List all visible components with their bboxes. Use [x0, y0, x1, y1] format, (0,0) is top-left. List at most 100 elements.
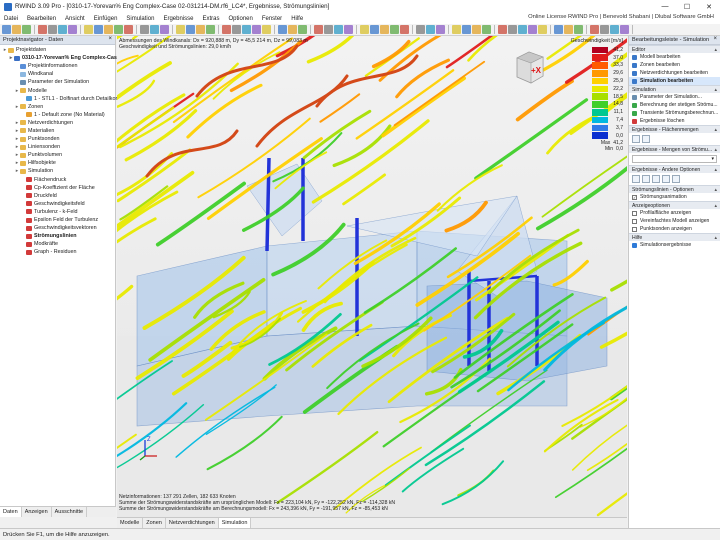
toolbar-button-icon[interactable]	[370, 25, 379, 34]
toolbar-button-icon[interactable]	[344, 25, 353, 34]
panel-action[interactable]: Transiente Strömungsberechnun...	[629, 109, 720, 117]
tree-item[interactable]: 1 - STL1 - Dolfinart durch Detailkorr	[0, 95, 119, 103]
toolbar-button-icon[interactable]	[590, 25, 599, 34]
collapse-icon[interactable]: ▴	[714, 187, 717, 193]
tree-item[interactable]: ▸ Netzverdichtungen	[0, 119, 115, 127]
toolbar-button-icon[interactable]	[104, 25, 113, 34]
toolbar-button-icon[interactable]	[150, 25, 159, 34]
tree-item[interactable]: ▸ Projektdaten	[0, 46, 115, 54]
menu-simulation[interactable]: Simulation	[126, 16, 154, 22]
toolbar-button-icon[interactable]	[380, 25, 389, 34]
tree-item[interactable]: Projektinformationen	[0, 62, 115, 70]
tree-item[interactable]: Geschwindigkeitsvektoren	[0, 224, 115, 232]
close-icon[interactable]: ×	[713, 36, 717, 42]
toolbar-button-icon[interactable]	[610, 25, 619, 34]
checkbox[interactable]: ✓	[632, 194, 637, 200]
toolbar-button-icon[interactable]	[222, 25, 231, 34]
toolbar-button-icon[interactable]	[278, 25, 287, 34]
toolbar-button-icon[interactable]	[38, 25, 47, 34]
toolbar-button-icon[interactable]	[84, 25, 93, 34]
menu-optionen[interactable]: Optionen	[228, 16, 252, 22]
toolbar-button-icon[interactable]	[176, 25, 185, 34]
toolbar-button-icon[interactable]	[416, 25, 425, 34]
collapse-icon[interactable]: ▴	[714, 47, 717, 53]
flow-scene[interactable]	[117, 36, 627, 517]
tree-item[interactable]: ▸ Punktsonden	[0, 135, 115, 143]
collapse-icon[interactable]: ▴	[714, 147, 717, 153]
toolbar-button-icon[interactable]	[518, 25, 527, 34]
quantity-select[interactable]	[632, 155, 717, 163]
toolbar-button-icon[interactable]	[564, 25, 573, 34]
tree-item[interactable]: ▸ Hilfsobjekte	[0, 159, 115, 167]
toolbar-button-icon[interactable]	[186, 25, 195, 34]
toolbar-button-icon[interactable]	[232, 25, 241, 34]
toolbar-button-icon[interactable]	[288, 25, 297, 34]
toolbar-button-icon[interactable]	[472, 25, 481, 34]
tree-item[interactable]: Geschwindigkeitsfeld	[0, 200, 115, 208]
section-header[interactable]: Hilfe ▴	[629, 233, 720, 241]
close-icon[interactable]: ✕	[698, 0, 720, 13]
panel-action[interactable]: Simulationsergebnisse	[629, 241, 720, 249]
section-header[interactable]: Ergebnisse - Flächenmengen ▴	[629, 125, 720, 133]
maximize-icon[interactable]: ☐	[676, 0, 698, 13]
toolbar-button-icon[interactable]	[94, 25, 103, 34]
tree-item[interactable]: Modkräfte	[0, 240, 115, 248]
toolbar-button-icon[interactable]	[324, 25, 333, 34]
panel-action[interactable]: Parameter der Simulation...	[629, 93, 720, 101]
tree-item[interactable]: Strömungslinien	[0, 232, 115, 240]
tab-modelle[interactable]: Modelle	[117, 518, 144, 528]
menu-ansicht[interactable]: Ansicht	[65, 16, 85, 22]
panel-action[interactable]: Simulation bearbeiten	[629, 77, 720, 85]
toolbar-button-icon[interactable]	[12, 25, 21, 34]
section-header[interactable]: Ergebnisse - Mengen von Strömu... ▴	[629, 145, 720, 153]
toolbar-button-icon[interactable]	[462, 25, 471, 34]
toolbar-button-icon[interactable]	[400, 25, 409, 34]
option-button-icon[interactable]	[642, 175, 650, 183]
checkbox[interactable]	[632, 218, 637, 224]
collapse-icon[interactable]: ▴	[714, 167, 717, 173]
toolbar-button-icon[interactable]	[262, 25, 271, 34]
toolbar-button-icon[interactable]	[554, 25, 563, 34]
menu-bearbeiten[interactable]: Bearbeiten	[27, 16, 56, 22]
toolbar-button-icon[interactable]	[48, 25, 57, 34]
option-button-icon[interactable]	[672, 175, 680, 183]
panel-action[interactable]: Ergebnisse löschen	[629, 117, 720, 125]
tree-item[interactable]: Windkanal	[0, 70, 115, 78]
option-button-icon[interactable]	[642, 135, 650, 143]
tree-item[interactable]: Cp-Koeffizient der Fläche	[0, 184, 115, 192]
toolbar-button-icon[interactable]	[22, 25, 31, 34]
tab-netzverdichtungen[interactable]: Netzverdichtungen	[166, 518, 219, 528]
toolbar-button-icon[interactable]	[2, 25, 11, 34]
tree-item[interactable]: Flächendruck	[0, 176, 115, 184]
menu-datei[interactable]: Datei	[4, 16, 18, 22]
nav-tab-daten[interactable]: Daten	[0, 507, 22, 517]
menu-ergebnisse[interactable]: Ergebnisse	[163, 16, 193, 22]
toolbar-button-icon[interactable]	[528, 25, 537, 34]
section-header[interactable]: Strömungslinien - Optionen ▴	[629, 185, 720, 193]
toolbar-button-icon[interactable]	[242, 25, 251, 34]
tree-item[interactable]: ▸ Modelle	[0, 86, 115, 94]
toolbar-button-icon[interactable]	[426, 25, 435, 34]
collapse-icon[interactable]: ▴	[714, 203, 717, 209]
toolbar-button-icon[interactable]	[574, 25, 583, 34]
tree-item[interactable]: ▸ 0310-17-Yorevan% Eng Complex-Case	[0, 54, 120, 62]
collapse-icon[interactable]: ▴	[714, 127, 717, 133]
toolbar-button-icon[interactable]	[436, 25, 445, 34]
panel-checkbox-row[interactable]: Punktsonden anzeigen	[629, 225, 720, 233]
collapse-icon[interactable]: ▴	[714, 87, 717, 93]
tree-item[interactable]: ▸ Punktvolumen	[0, 151, 115, 159]
minimize-icon[interactable]: —	[654, 0, 676, 13]
panel-checkbox-row[interactable]: Profilalfläche anzeigen	[629, 209, 720, 217]
toolbar-button-icon[interactable]	[452, 25, 461, 34]
tree-item[interactable]: Turbulenz - k-Feld	[0, 208, 115, 216]
toolbar-button-icon[interactable]	[508, 25, 517, 34]
toolbar-button-icon[interactable]	[360, 25, 369, 34]
tree-item[interactable]: Graph - Residuen	[0, 248, 115, 256]
option-button-icon[interactable]	[632, 175, 640, 183]
tree-item[interactable]: 1 - Default zone (No Material)	[0, 111, 115, 119]
toolbar-button-icon[interactable]	[114, 25, 123, 34]
option-button-icon[interactable]	[632, 135, 640, 143]
tree-item[interactable]: Druckfeld	[0, 192, 115, 200]
tree-item[interactable]: Epsilon Feld der Turbulenz	[0, 216, 115, 224]
option-button-icon[interactable]	[662, 175, 670, 183]
